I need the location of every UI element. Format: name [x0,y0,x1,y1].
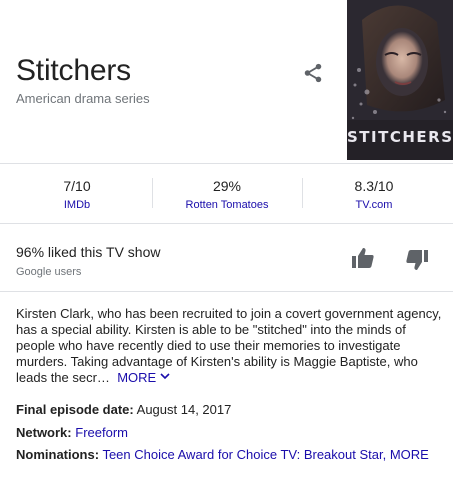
knowledge-panel-header: Stitchers American drama series STITCHER… [0,0,453,163]
rating-rotten-tomatoes: 29% Rotten Tomatoes [152,178,302,211]
thumbs-down-icon[interactable] [405,248,429,272]
rating-score: 7/10 [63,178,91,194]
fact-final-episode: Final episode date: August 14, 2017 [16,402,231,417]
rating-source-link[interactable]: IMDb [64,199,90,211]
show-poster-image[interactable]: STITCHERS [347,0,453,160]
rating-source-link[interactable]: TV.com [356,199,393,211]
fact-network: Network: Freeform [16,425,128,440]
show-description: Kirsten Clark, who has been recruited to… [16,306,446,386]
more-label: MORE [117,370,157,385]
show-title: Stitchers [16,54,131,87]
fact-nominations: Nominations: Teen Choice Award for Choic… [16,447,429,462]
rating-score: 8.3/10 [354,178,394,194]
description-text: Kirsten Clark, who has been recruited to… [16,306,442,385]
liked-source-text: Google users [16,266,82,278]
ratings-row: 7/10 IMDb 29% Rotten Tomatoes 8.3/10 TV.… [0,163,453,223]
liked-percentage-text: 96% liked this TV show [16,244,161,260]
rating-tvcom: 8.3/10 TV.com [299,178,449,211]
fact-label: Final episode date: [16,402,134,417]
poster-title-text: STITCHERS [347,128,453,146]
divider [0,223,453,224]
nominations-more-link[interactable]: MORE [390,447,429,462]
show-subtitle: American drama series [16,91,150,106]
divider [0,291,453,292]
nominations-separator: , [382,447,390,462]
description-more-button[interactable]: MORE [114,370,170,385]
chevron-down-icon [160,373,170,380]
thumbs-up-icon[interactable] [351,246,375,270]
share-icon[interactable] [302,62,324,84]
rating-score: 29% [212,178,242,194]
fact-label: Network: [16,425,72,440]
rating-source-link[interactable]: Rotten Tomatoes [186,199,269,211]
network-link[interactable]: Freeform [75,425,128,440]
fact-value: August 14, 2017 [136,402,232,417]
rating-imdb: 7/10 IMDb [2,178,152,211]
nomination-link[interactable]: Teen Choice Award for Choice TV: Breakou… [102,447,382,462]
fact-label: Nominations: [16,447,100,462]
